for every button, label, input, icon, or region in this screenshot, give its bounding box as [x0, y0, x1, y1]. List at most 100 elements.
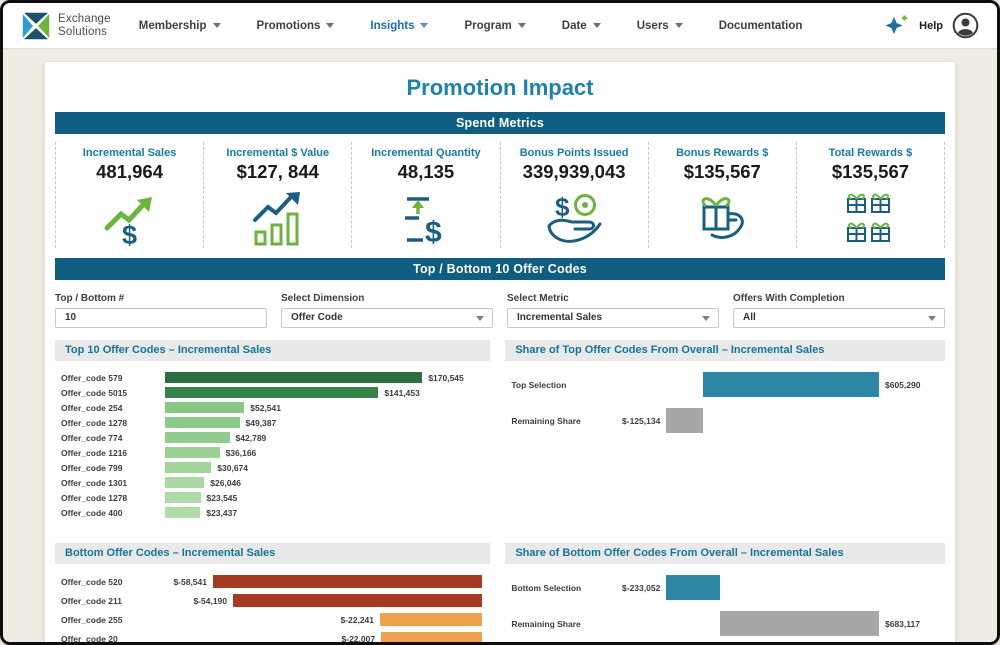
charts-grid: Top 10 Offer Codes – Incremental SalesOf… [55, 340, 945, 645]
bar-area: $23,437 [165, 507, 484, 518]
page-title: Promotion Impact [55, 62, 945, 112]
bar-value: $-22,007 [342, 634, 376, 644]
bar-area: $605,290 [606, 372, 939, 397]
svg-text:$: $ [425, 216, 442, 246]
bar-area: $170,545 [165, 372, 484, 383]
nav-item-label: Membership [139, 20, 207, 32]
chart-row: Top Selection$605,290 [511, 372, 939, 397]
chevron-down-icon [518, 23, 526, 28]
bar-label: Offer_code 400 [61, 508, 165, 518]
bar-label: Offer_code 211 [61, 596, 165, 606]
bar[interactable] [666, 575, 720, 600]
hand-points-icon: $ [501, 190, 648, 248]
nav-item-documentation[interactable]: Documentation [719, 20, 803, 32]
bar[interactable] [165, 402, 244, 413]
bar[interactable] [165, 492, 201, 503]
nav-item-promotions[interactable]: Promotions [257, 20, 335, 32]
filter-label: Top / Bottom # [55, 293, 267, 304]
nav-item-date[interactable]: Date [562, 20, 601, 32]
user-avatar-icon[interactable] [952, 12, 979, 39]
trend-bars-icon [204, 190, 351, 248]
bar-label: Offer_code 1278 [61, 493, 165, 503]
nav-item-insights[interactable]: Insights [370, 20, 428, 32]
chart-row: Offer_code 255$-22,241 [61, 613, 484, 626]
chart-panel-share_bottom: Share of Bottom Offer Codes From Overall… [505, 543, 945, 645]
bar-label: Offer_code 254 [61, 403, 165, 413]
nav-item-program[interactable]: Program [464, 20, 525, 32]
bar-value: $26,046 [210, 478, 241, 488]
bar-label: Offer_code 255 [61, 615, 165, 625]
brand-name: Exchange Solutions [58, 13, 111, 39]
bar-area: $-22,007 [165, 632, 484, 645]
bar[interactable] [233, 594, 482, 607]
help-button[interactable]: Help [919, 20, 943, 32]
filter-select[interactable]: Offer Code [281, 308, 493, 328]
bar-value: $30,674 [217, 463, 248, 473]
bar[interactable] [703, 372, 879, 397]
filters-row: Top / Bottom #10Select DimensionOffer Co… [55, 288, 945, 328]
bar[interactable] [381, 632, 482, 645]
bar[interactable] [720, 611, 879, 636]
bar-value: $683,117 [885, 619, 920, 629]
chart-row: Offer_code 1278$23,545 [61, 492, 484, 503]
bar-label: Top Selection [511, 380, 606, 390]
chart-row: Remaining Share$683,117 [511, 611, 939, 636]
nav-item-users[interactable]: Users [637, 20, 683, 32]
chart-body: Bottom Selection$-233,052 Remaining Share… [505, 564, 945, 645]
bar-label: Remaining Share [511, 416, 606, 426]
bar[interactable] [165, 387, 378, 398]
svg-text:$: $ [122, 220, 137, 246]
bar-value: $-125,134 [622, 416, 660, 426]
bar-area: $30,674 [165, 462, 484, 473]
filter-select[interactable]: All [733, 308, 945, 328]
bar[interactable] [165, 432, 230, 443]
metric-label: Bonus Rewards $ [649, 147, 796, 159]
bar-value: $52,541 [250, 403, 281, 413]
chart-row: Remaining Share $-125,134 [511, 408, 939, 433]
metric-card-total-rewards: Total Rewards $$135,567 [797, 142, 945, 248]
trend-dollar-icon: $ [56, 190, 203, 248]
bar[interactable] [666, 408, 702, 433]
bar[interactable] [165, 417, 240, 428]
spend-metrics-row: Incremental Sales481,964$Incremental $ V… [55, 142, 945, 248]
bar[interactable] [165, 462, 211, 473]
metric-label: Bonus Points Issued [501, 147, 648, 159]
filter-label: Select Metric [507, 293, 719, 304]
bar[interactable] [165, 507, 200, 518]
bar[interactable] [165, 477, 204, 488]
metric-card-bonus-points-issued: Bonus Points Issued339,939,043$ [501, 142, 649, 248]
bar-area: $-125,134 [606, 408, 939, 433]
chart-row: Offer_code 579$170,545 [61, 372, 484, 383]
chart-row: Offer_code 400$23,437 [61, 507, 484, 518]
chart-body: Top Selection$605,290 Remaining Share $-12… [505, 361, 945, 526]
bar[interactable] [165, 372, 422, 383]
bar-area: $42,789 [165, 432, 484, 443]
bar[interactable] [380, 613, 482, 626]
chevron-down-icon [928, 316, 936, 321]
chevron-down-icon [420, 23, 428, 28]
chart-title: Bottom Offer Codes – Incremental Sales [55, 543, 490, 564]
chart-row: Offer_code 211$-54,190 [61, 594, 484, 607]
filter-value: Incremental Sales [517, 312, 602, 323]
filter-input[interactable]: 10 [55, 308, 267, 328]
bar-label: Offer_code 799 [61, 463, 165, 473]
chart-row: Offer_code 5015$141,453 [61, 387, 484, 398]
filter-top-bottom: Top / Bottom # 10 [55, 288, 267, 328]
bar[interactable] [165, 447, 220, 458]
bar[interactable] [213, 575, 482, 588]
filter-select[interactable]: Incremental Sales [507, 308, 719, 328]
brand-logo[interactable]: Exchange Solutions [21, 11, 111, 41]
nav-item-membership[interactable]: Membership [139, 20, 221, 32]
top-navbar: Exchange Solutions Membership Promotions I… [3, 3, 997, 49]
metric-value: $127, 844 [204, 161, 351, 183]
svg-text:$: $ [555, 192, 570, 222]
hand-gift-icon [649, 190, 796, 248]
metric-label: Incremental Sales [56, 147, 203, 159]
metric-card-bonus-rewards: Bonus Rewards $$135,567 [649, 142, 797, 248]
bar-value: $170,545 [428, 373, 463, 383]
chart-row: Offer_code 1278$49,387 [61, 417, 484, 428]
bar-label: Bottom Selection [511, 583, 606, 593]
chart-row: Bottom Selection$-233,052 [511, 575, 939, 600]
sparkle-icon[interactable] [884, 14, 910, 38]
filter-offers-with-completion: Offers With CompletionAll [733, 288, 945, 328]
